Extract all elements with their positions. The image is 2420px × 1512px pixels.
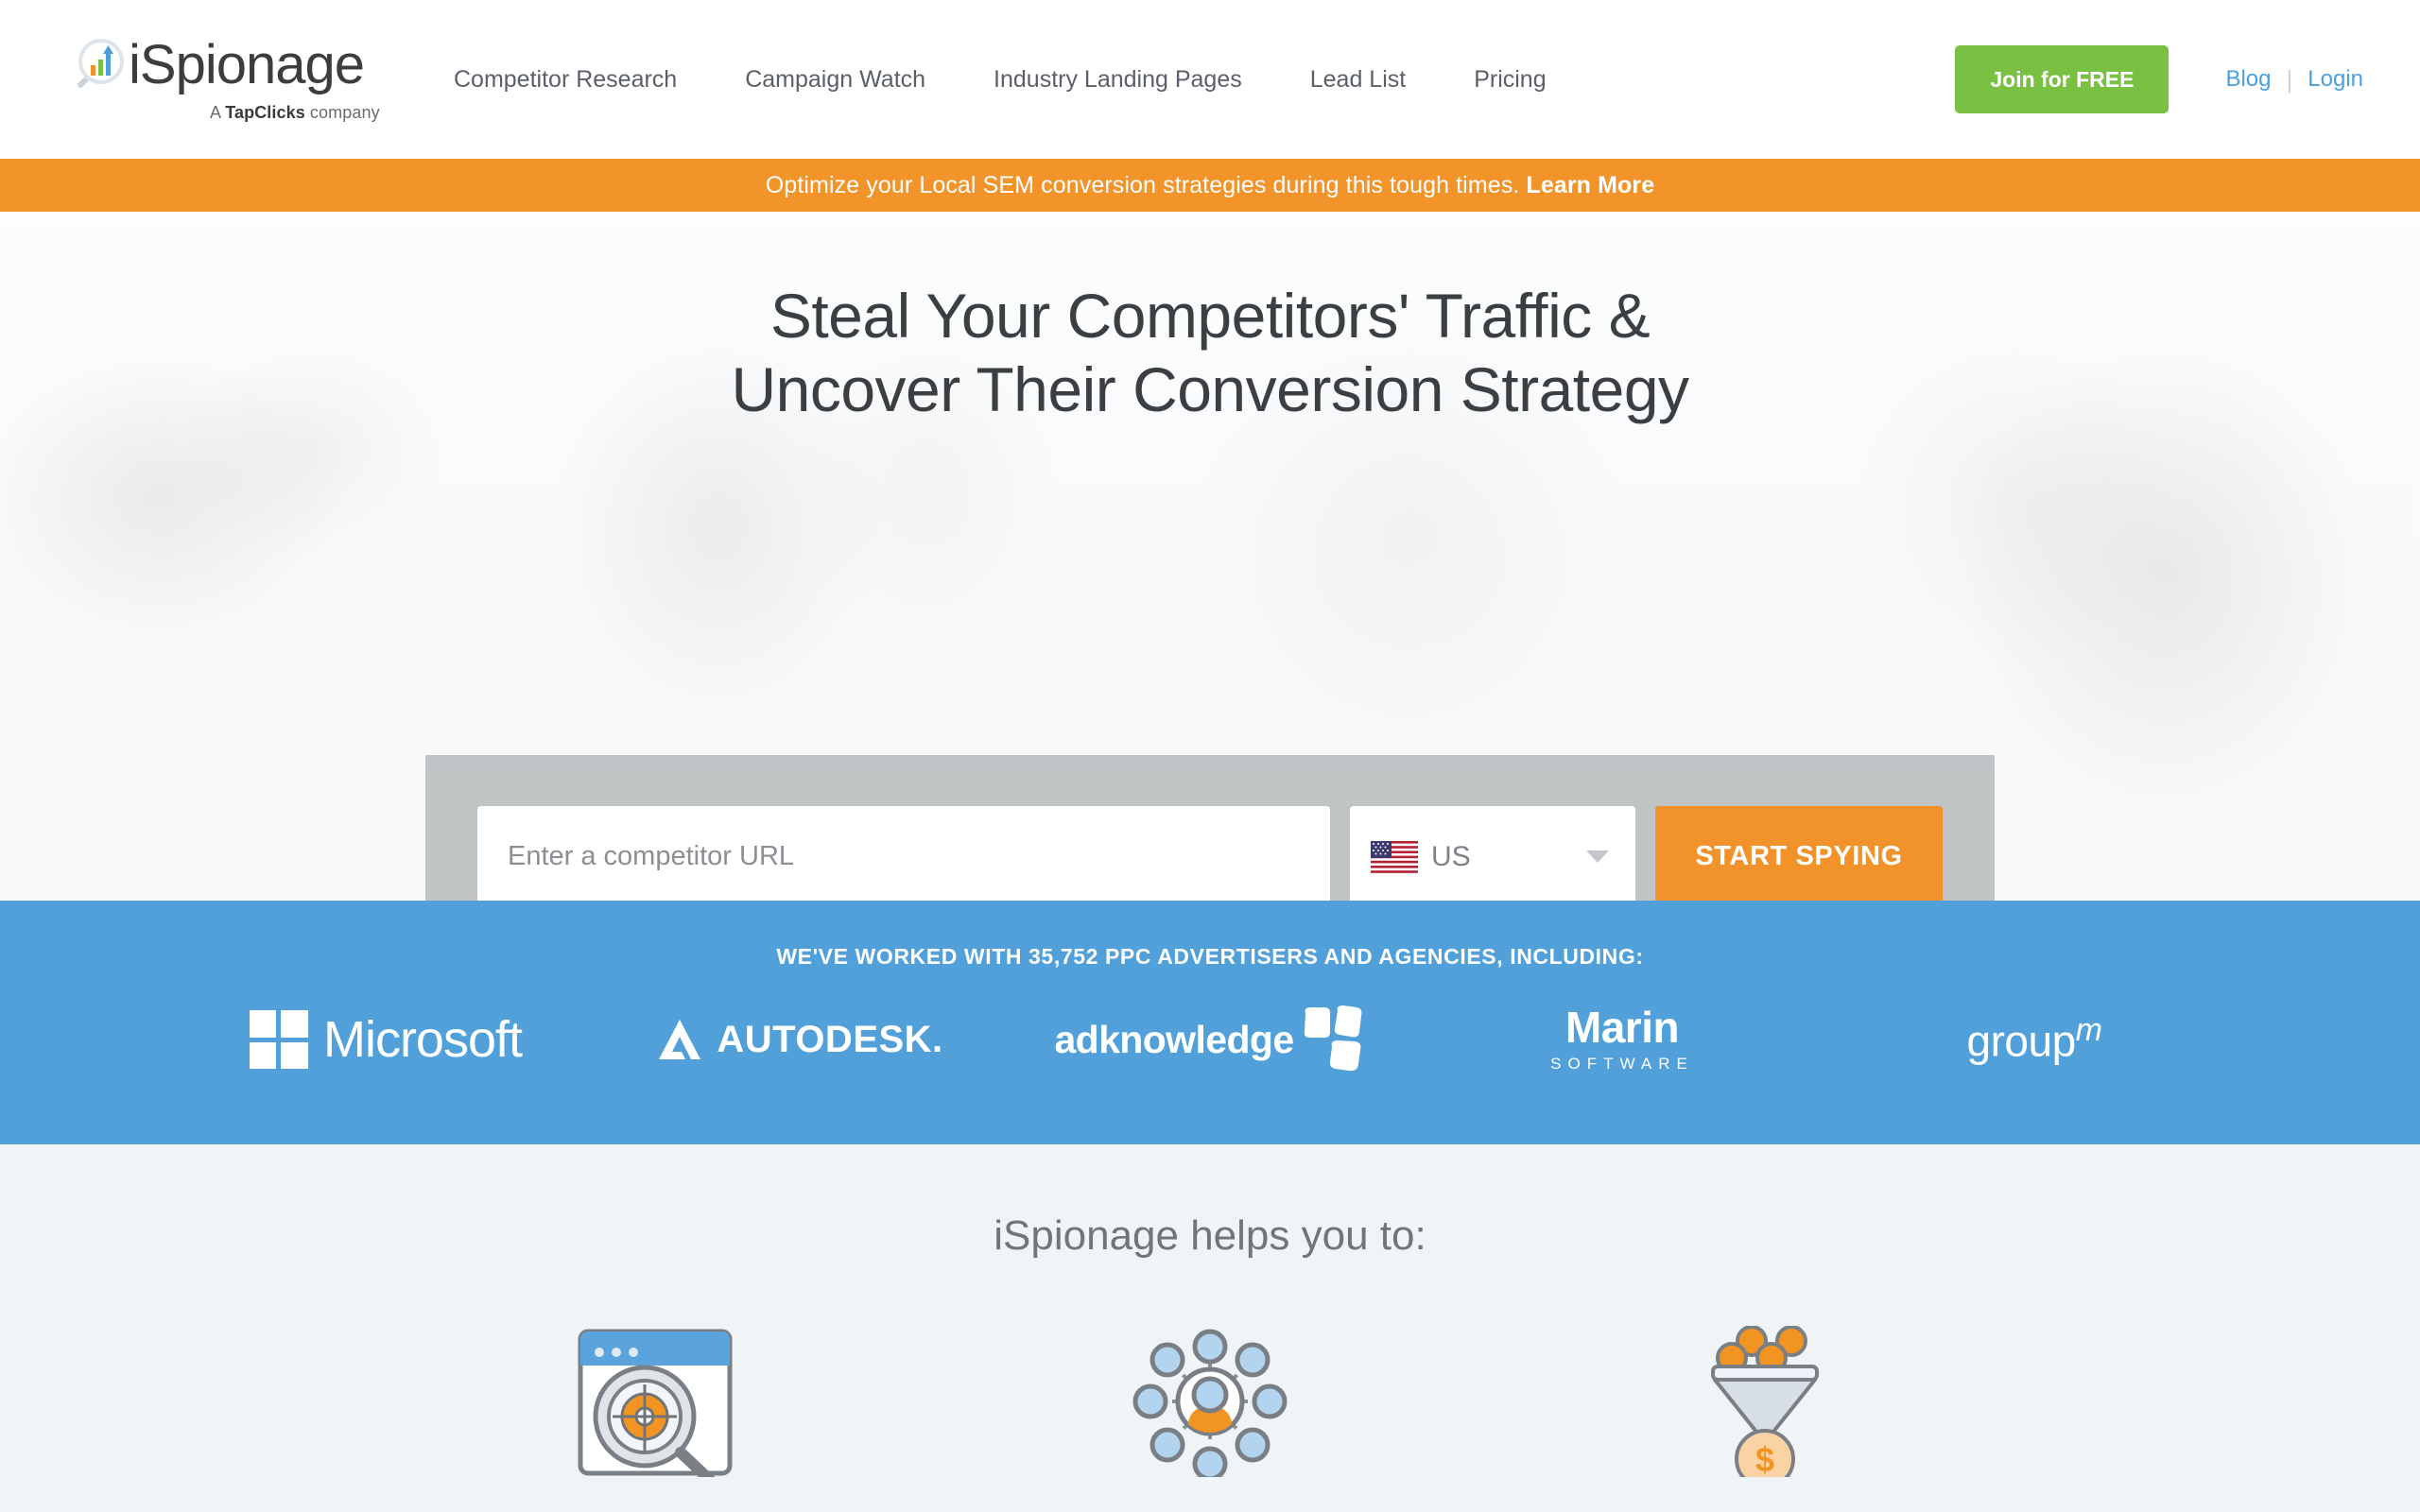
magnifier-barchart-logo-icon — [78, 39, 124, 88]
nav-item-lead-list[interactable]: Lead List — [1310, 57, 1406, 103]
feature-icon-row: $ — [0, 1326, 2420, 1477]
autodesk-wordmark: AUTODESK. — [717, 1018, 943, 1060]
competitor-url-input[interactable] — [477, 805, 1330, 901]
site-header: iSpionage A TapClicks company Competitor… — [0, 0, 2420, 159]
nav-item-campaign-watch[interactable]: Campaign Watch — [745, 57, 925, 103]
auth-separator: | — [2286, 64, 2293, 94]
promo-message: Optimize your Local SEM conversion strat… — [765, 171, 1527, 198]
clients-band: WE'VE WORKED WITH 35,752 PPC ADVERTISERS… — [0, 901, 2420, 1144]
start-spying-button[interactable]: START SPYING — [1655, 805, 1943, 901]
marin-wordmark: Marin — [1564, 1003, 1680, 1052]
groupm-superscript: m — [2075, 1012, 2102, 1049]
logo-wordmark: iSpionage — [129, 34, 365, 95]
promo-banner[interactable]: Optimize your Local SEM conversion strat… — [0, 159, 2420, 212]
page-title: Steal Your Competitors' Traffic & Uncove… — [0, 280, 2420, 427]
client-logo-groupm: groupm — [1828, 996, 2240, 1083]
promo-learn-more-link[interactable]: Learn More — [1526, 172, 1654, 198]
auth-links: Blog | Login — [2225, 65, 2363, 94]
client-logo-microsoft: Microsoft — [180, 996, 592, 1083]
microsoft-squares-icon — [249, 1010, 308, 1069]
competitor-search-form: US START SPYING — [425, 755, 1995, 901]
groupm-base: group — [1966, 1016, 2077, 1066]
adknowledge-shapes-icon — [1304, 1005, 1362, 1072]
client-logo-adknowledge: adknowledge — [1004, 996, 1416, 1083]
hero-content: Steal Your Competitors' Traffic & Uncove… — [0, 212, 2420, 427]
nav-item-industry-landing-pages[interactable]: Industry Landing Pages — [994, 57, 1242, 103]
country-select[interactable]: US — [1350, 805, 1635, 901]
promo-text: Optimize your Local SEM conversion strat… — [766, 172, 1654, 199]
feature-item-2 — [933, 1326, 1488, 1477]
blog-link[interactable]: Blog — [2225, 66, 2271, 93]
feature-item-3: $ — [1487, 1326, 2042, 1477]
autodesk-a-icon — [659, 1020, 701, 1059]
clients-heading: WE'VE WORKED WITH 35,752 PPC ADVERTISERS… — [776, 944, 1644, 969]
svg-text:$: $ — [1755, 1440, 1774, 1477]
login-link[interactable]: Login — [2308, 66, 2363, 93]
us-flag-icon — [1371, 840, 1418, 873]
main-nav: Competitor Research Campaign Watch Indus… — [454, 57, 1910, 103]
nav-item-pricing[interactable]: Pricing — [1474, 57, 1546, 103]
conversion-funnel-money-icon: $ — [1710, 1326, 1819, 1477]
chevron-down-icon — [1586, 850, 1609, 863]
client-logo-autodesk: AUTODESK. — [592, 996, 1004, 1083]
helps-section: iSpionage helps you to: $ — [0, 1144, 2420, 1512]
adknowledge-wordmark: adknowledge — [1054, 1017, 1294, 1061]
microsoft-wordmark: Microsoft — [322, 1011, 523, 1068]
client-logo-marin: Marin SOFTWARE — [1416, 996, 1828, 1083]
browser-target-search-icon — [578, 1329, 733, 1477]
join-for-free-button[interactable]: Join for FREE — [1955, 45, 2169, 113]
marin-subtext: SOFTWARE — [1550, 1055, 1694, 1073]
client-logo-row: Microsoft AUTODESK. adknowledge Marin SO… — [0, 996, 2420, 1083]
tagline-suffix: company — [304, 103, 380, 122]
hero-title-line-2: Uncover Their Conversion Strategy — [731, 353, 1689, 424]
helps-title: iSpionage helps you to: — [994, 1212, 1426, 1259]
groupm-wordmark: groupm — [1967, 1012, 2102, 1066]
hero-section: Steal Your Competitors' Traffic & Uncove… — [0, 212, 2420, 901]
logo[interactable]: iSpionage A TapClicks company — [68, 36, 418, 123]
audience-network-icon — [1132, 1329, 1288, 1477]
country-code-label: US — [1431, 840, 1471, 872]
hero-title-line-1: Steal Your Competitors' Traffic & — [769, 281, 1651, 351]
tagline-brand: TapClicks — [225, 103, 305, 122]
logo-tagline: A TapClicks company — [210, 103, 380, 123]
feature-item-1 — [378, 1326, 933, 1477]
tagline-prefix: A — [210, 103, 226, 122]
nav-item-competitor-research[interactable]: Competitor Research — [454, 57, 677, 103]
